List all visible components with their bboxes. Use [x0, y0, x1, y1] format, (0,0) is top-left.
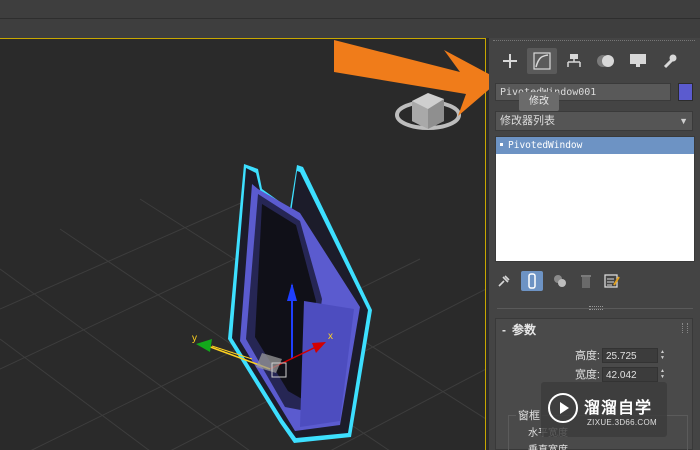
- display-monitor-icon: [630, 54, 646, 67]
- end-result-icon: [528, 273, 536, 289]
- height-spinner[interactable]: ▲ ▼: [660, 349, 666, 362]
- stack-toolbar: [495, 270, 621, 292]
- rollout-grip[interactable]: [682, 323, 688, 333]
- modify-tooltip: 修改: [519, 92, 559, 111]
- rollout-header[interactable]: - 参数: [502, 321, 536, 338]
- vertical-width-label: 垂直宽度: [528, 441, 568, 450]
- watermark-url: ZIXUE.3D66.COM: [587, 418, 657, 427]
- hierarchy-icon: [567, 54, 581, 67]
- modifier-list-dropdown[interactable]: 修改器列表 ▼: [495, 111, 693, 131]
- height-field[interactable]: 25.725: [602, 348, 658, 363]
- make-unique-icon: [554, 275, 566, 287]
- tab-modify[interactable]: [527, 48, 557, 74]
- collapse-symbol: -: [502, 323, 506, 337]
- tab-hierarchy[interactable]: [559, 48, 589, 74]
- chevron-down-icon: ▼: [679, 116, 688, 126]
- pin-icon: [498, 275, 510, 287]
- tab-create[interactable]: [495, 48, 525, 74]
- tab-motion[interactable]: [591, 48, 621, 74]
- panel-grip: [493, 40, 695, 43]
- width-field[interactable]: 42.042: [602, 367, 658, 382]
- frame-group-label: 窗框: [516, 407, 542, 423]
- show-end-result-button[interactable]: [521, 271, 543, 291]
- gizmo-y-label: y: [192, 333, 197, 344]
- motion-icon: [597, 55, 614, 67]
- toolbar-divider: [0, 18, 700, 19]
- 3dsmax-window: y x 修改器列表 ▼ PivotedWindow - 参数 高度: 25.72…: [0, 0, 700, 450]
- plus-icon: [503, 54, 517, 68]
- separator-grip[interactable]: [589, 306, 603, 310]
- tab-utilities[interactable]: [655, 48, 685, 74]
- configure-icon: [604, 274, 620, 288]
- modifier-stack[interactable]: PivotedWindow: [495, 136, 695, 262]
- gizmo-x-label: x: [328, 331, 333, 342]
- object-color-swatch[interactable]: [678, 83, 693, 101]
- width-spinner[interactable]: ▲ ▼: [660, 368, 666, 381]
- height-label: 高度:: [574, 350, 600, 362]
- rollout-title: 参数: [512, 323, 537, 337]
- trash-icon: [581, 275, 591, 288]
- watermark-title: 溜溜自学: [584, 400, 653, 417]
- make-unique-button[interactable]: [551, 271, 569, 291]
- pivoted-window-object[interactable]: [228, 164, 372, 443]
- modify-curve-icon: [533, 52, 551, 70]
- modifier-list-label: 修改器列表: [500, 115, 555, 127]
- command-panel-tabs: [495, 48, 685, 74]
- remove-modifier-button[interactable]: [577, 271, 595, 291]
- wrench-icon: [663, 54, 677, 69]
- tab-display[interactable]: [623, 48, 653, 74]
- width-label: 宽度:: [574, 369, 600, 381]
- pin-stack-button[interactable]: [495, 271, 513, 291]
- width-param: 宽度: 42.042 ▲ ▼: [496, 367, 694, 383]
- stack-item-pivotedwindow[interactable]: PivotedWindow: [496, 137, 694, 154]
- height-param: 高度: 25.725 ▲ ▼: [496, 348, 694, 364]
- watermark: 溜溜自学 ZIXUE.3D66.COM: [541, 382, 667, 437]
- configure-sets-button[interactable]: [603, 271, 621, 291]
- play-logo-icon: [548, 393, 578, 423]
